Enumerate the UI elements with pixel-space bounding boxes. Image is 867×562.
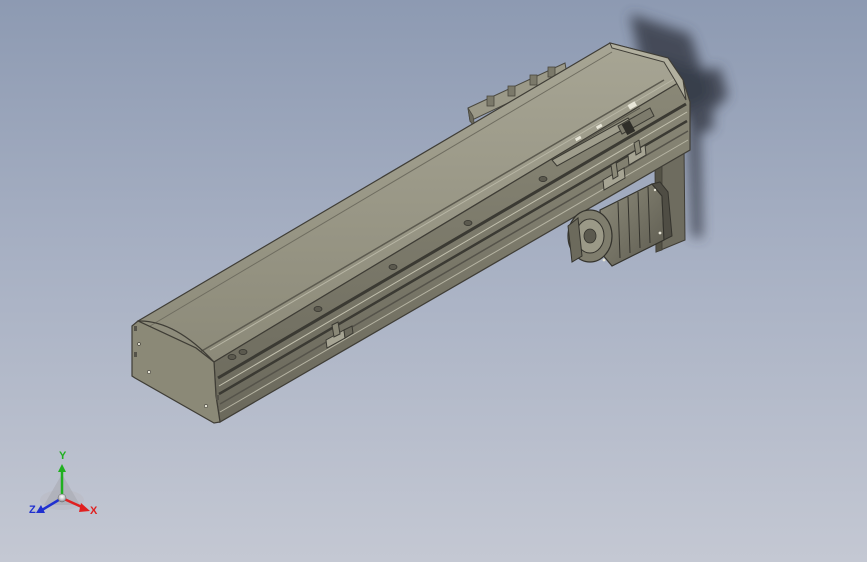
cad-viewport[interactable]: Y Z X (0, 0, 867, 562)
z-axis-label: Z (29, 504, 36, 516)
view-orientation-triad (36, 464, 90, 513)
model-scene[interactable] (0, 0, 867, 562)
x-axis-label: X (90, 505, 98, 517)
rail-top-face (136, 42, 684, 363)
y-axis-label: Y (59, 450, 67, 462)
